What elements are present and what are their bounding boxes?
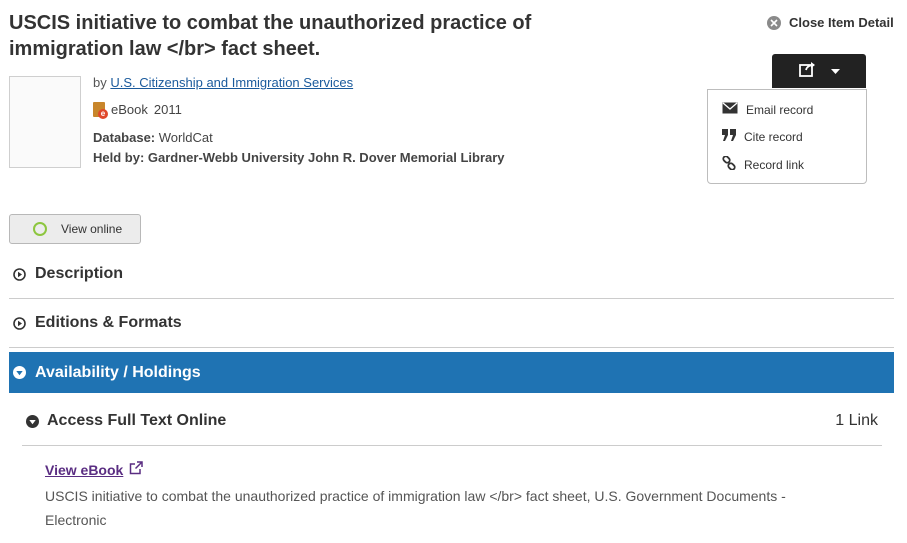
external-link-icon bbox=[129, 461, 144, 478]
close-item-detail-button[interactable]: Close Item Detail bbox=[767, 15, 894, 30]
menu-item-label: Record link bbox=[744, 157, 805, 172]
database-line: Database: WorldCat bbox=[93, 130, 213, 145]
section-title: Description bbox=[35, 265, 124, 282]
access-full-text-header[interactable]: Access Full Text Online 1 Link bbox=[22, 397, 882, 446]
cover-thumbnail bbox=[9, 76, 81, 168]
database-value: WorldCat bbox=[158, 130, 213, 145]
section-title: Editions & Formats bbox=[35, 314, 182, 331]
menu-item-record-link[interactable]: Record link bbox=[722, 155, 805, 173]
menu-item-label: Cite record bbox=[744, 129, 803, 144]
chevron-down-icon bbox=[830, 62, 840, 80]
menu-item-label: Email record bbox=[746, 102, 814, 117]
held-by: Held by: Gardner-Webb University John R.… bbox=[93, 150, 505, 165]
database-label: Database: bbox=[93, 130, 156, 145]
section-availability-holdings[interactable]: Availability / Holdings bbox=[9, 352, 894, 393]
view-ebook-link[interactable]: View eBook bbox=[45, 461, 144, 478]
envelope-icon bbox=[722, 102, 738, 117]
subsection-title: Access Full Text Online bbox=[47, 412, 227, 429]
link-icon bbox=[722, 155, 736, 173]
play-circle-icon bbox=[13, 316, 26, 330]
menu-item-email-record[interactable]: Email record bbox=[722, 102, 813, 117]
play-circle-icon bbox=[13, 267, 26, 281]
author-link[interactable]: U.S. Citizenship and Immigration Service… bbox=[110, 75, 353, 90]
quote-icon bbox=[722, 129, 736, 144]
view-online-label: View online bbox=[61, 222, 123, 236]
chevron-circle-down-icon bbox=[26, 414, 39, 428]
link-count: 1 Link bbox=[835, 412, 878, 429]
by-prefix: by bbox=[93, 75, 107, 90]
share-icon bbox=[798, 61, 817, 82]
format-line: e eBook 2011 bbox=[93, 102, 182, 119]
ebook-description: USCIS initiative to combat the unauthori… bbox=[45, 488, 786, 528]
close-icon bbox=[767, 15, 781, 30]
ebook-icon: e bbox=[93, 102, 108, 119]
view-online-button[interactable]: View online bbox=[9, 214, 141, 244]
format-label: eBook bbox=[111, 102, 148, 117]
share-dropdown-button[interactable] bbox=[772, 54, 866, 88]
share-menu: Email record Cite record Record link bbox=[707, 89, 867, 184]
item-title: USCIS initiative to combat the unauthori… bbox=[9, 12, 532, 60]
menu-item-cite-record[interactable]: Cite record bbox=[722, 129, 803, 144]
section-description[interactable]: Description bbox=[9, 250, 894, 299]
section-editions-formats[interactable]: Editions & Formats bbox=[9, 299, 894, 348]
close-item-detail-label: Close Item Detail bbox=[789, 15, 894, 30]
publication-year: 2011 bbox=[153, 102, 182, 117]
author-line: by U.S. Citizenship and Immigration Serv… bbox=[93, 75, 353, 90]
view-ebook-label: View eBook bbox=[45, 461, 124, 478]
section-title: Availability / Holdings bbox=[35, 363, 201, 381]
status-ring-icon bbox=[33, 222, 47, 236]
chevron-circle-down-icon bbox=[13, 366, 26, 379]
